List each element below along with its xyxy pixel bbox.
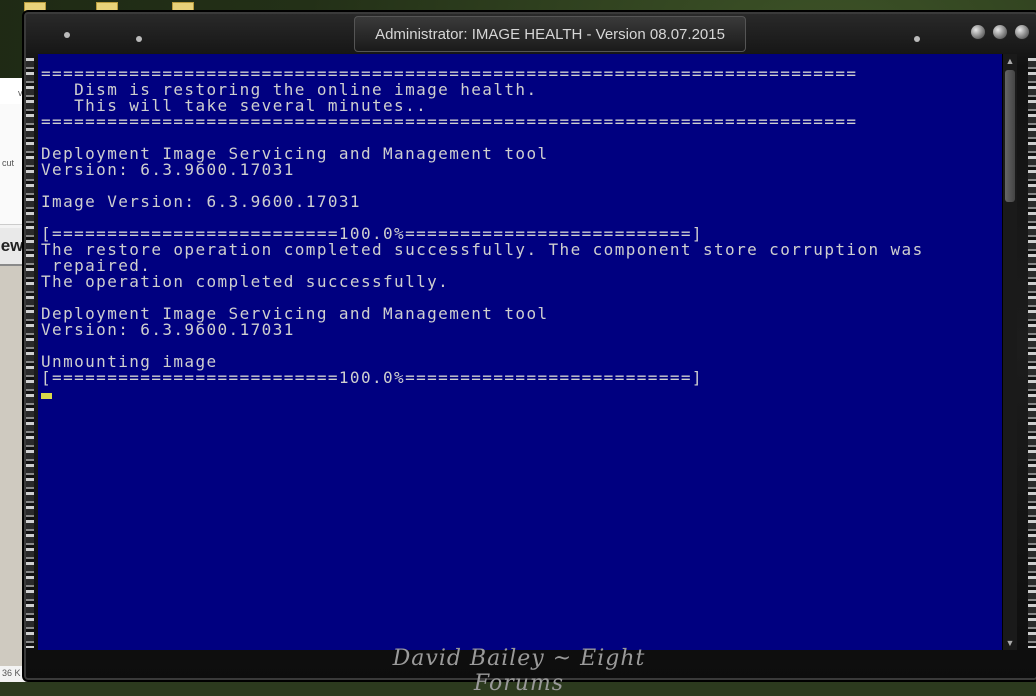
window-controls	[970, 24, 1030, 40]
arrow-up-icon[interactable]: ▲	[1003, 54, 1017, 68]
console-output[interactable]: ========================================…	[38, 54, 1002, 650]
window-title: Administrator: IMAGE HEALTH - Version 08…	[375, 25, 725, 43]
title-bar[interactable]: Administrator: IMAGE HEALTH - Version 08…	[354, 16, 746, 52]
vertical-scrollbar[interactable]: ▲ ▼	[1002, 54, 1017, 650]
frame-ornament	[1028, 58, 1036, 648]
frame-ornament	[26, 58, 34, 648]
console-line: The operation completed successfully.	[41, 272, 450, 291]
scroll-thumb[interactable]	[1005, 70, 1015, 202]
maximize-button[interactable]	[992, 24, 1008, 40]
text-cursor	[41, 393, 52, 399]
console-window: Administrator: IMAGE HEALTH - Version 08…	[22, 10, 1036, 696]
minimize-button[interactable]	[970, 24, 986, 40]
signature-watermark: David Bailey ~ Eight Forums	[392, 646, 646, 696]
console-line: Version: 6.3.9600.17031	[41, 160, 295, 179]
background-label: 36 K	[2, 668, 21, 678]
console-line: The restore operation completed successf…	[41, 240, 924, 259]
console-line: [==========================100.0%=======…	[41, 368, 703, 387]
close-button[interactable]	[1014, 24, 1030, 40]
console-line: Version: 6.3.9600.17031	[41, 320, 295, 339]
console-text: ========================================…	[38, 54, 1002, 386]
background-label: cut	[2, 158, 15, 168]
console-line: ========================================…	[41, 112, 858, 131]
background-label: iew	[0, 236, 24, 255]
console-line: Image Version: 6.3.9600.17031	[41, 192, 361, 211]
arrow-down-icon[interactable]: ▼	[1003, 636, 1017, 650]
